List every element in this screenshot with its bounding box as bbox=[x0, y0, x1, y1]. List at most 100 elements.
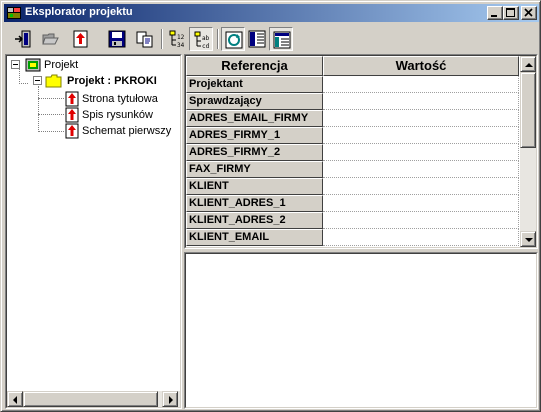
grid-vertical-scrollbar[interactable] bbox=[520, 56, 536, 247]
project-tree-panel: Projekt Projekt : PKROKI Strona tytułowa bbox=[5, 54, 182, 409]
save-icon bbox=[108, 30, 126, 48]
open-button[interactable] bbox=[39, 27, 63, 51]
maximize-button[interactable] bbox=[503, 6, 519, 20]
arrow-right-icon bbox=[169, 396, 173, 404]
value-cell[interactable] bbox=[323, 127, 519, 144]
copy-icon bbox=[136, 31, 153, 48]
table-row[interactable]: Projektant bbox=[186, 76, 519, 93]
toolbar-separator bbox=[217, 29, 219, 49]
reference-cell[interactable]: ADRES_FIRMY_1 bbox=[186, 127, 323, 144]
scroll-left-button[interactable] bbox=[7, 391, 23, 407]
tree-item-page[interactable]: Spis rysunków bbox=[65, 107, 153, 123]
reference-cell[interactable]: KLIENT bbox=[186, 178, 323, 195]
table-row[interactable]: ADRES_EMAIL_FIRMY bbox=[186, 110, 519, 127]
tree-item-label: Strona tytułowa bbox=[82, 93, 158, 105]
exit-button[interactable] bbox=[11, 27, 35, 51]
copy-button[interactable] bbox=[133, 27, 157, 51]
app-icon[interactable] bbox=[6, 5, 22, 21]
document-red-icon bbox=[65, 107, 79, 123]
tree-collapse-icon: 12 34 bbox=[169, 30, 185, 48]
project-tree[interactable]: Projekt Projekt : PKROKI Strona tytułowa bbox=[6, 55, 181, 408]
minimize-icon bbox=[491, 15, 497, 17]
tree-horizontal-scrollbar[interactable] bbox=[7, 391, 180, 407]
toolbar-separator bbox=[161, 29, 163, 49]
table-row[interactable]: KLIENT_EMAIL bbox=[186, 229, 519, 246]
toolbar: 12 34 ab cd bbox=[5, 26, 538, 54]
tree-item-label: Projekt : PKROKI bbox=[67, 75, 157, 87]
value-cell[interactable] bbox=[323, 161, 519, 178]
tree-item-page[interactable]: Strona tytułowa bbox=[65, 91, 158, 107]
value-cell[interactable] bbox=[323, 212, 519, 229]
detail-view-icon bbox=[273, 31, 291, 49]
table-row[interactable]: KLIENT bbox=[186, 178, 519, 195]
tree-connector bbox=[38, 114, 64, 115]
value-cell[interactable] bbox=[323, 229, 519, 246]
column-header-wartosc[interactable]: Wartość bbox=[323, 56, 519, 76]
table-row[interactable]: ADRES_FIRMY_1 bbox=[186, 127, 519, 144]
upload-document-icon bbox=[73, 30, 88, 48]
reference-cell[interactable]: ADRES_EMAIL_FIRMY bbox=[186, 110, 323, 127]
document-red-icon bbox=[65, 91, 79, 107]
reference-cell[interactable]: KLIENT_EMAIL bbox=[186, 229, 323, 246]
grid-header: Referencja Wartość bbox=[186, 56, 519, 76]
save-button[interactable] bbox=[105, 27, 129, 51]
table-row[interactable]: KLIENT_ADRES_2 bbox=[186, 212, 519, 229]
column-header-referencja[interactable]: Referencja bbox=[186, 56, 323, 76]
detail-view-button[interactable] bbox=[269, 27, 293, 51]
value-cell[interactable] bbox=[323, 178, 519, 195]
minimize-button[interactable] bbox=[487, 6, 503, 20]
maximize-icon bbox=[506, 8, 515, 17]
scroll-right-button[interactable] bbox=[162, 391, 178, 407]
svg-text:34: 34 bbox=[177, 42, 185, 48]
description-panel bbox=[184, 252, 538, 409]
description-area[interactable] bbox=[185, 253, 537, 408]
window-title: Eksplorator projektu bbox=[25, 6, 133, 18]
svg-text:cd: cd bbox=[202, 43, 210, 49]
tree-expand-icon: ab cd bbox=[194, 31, 210, 49]
tree-item-page[interactable]: Schemat pierwszy bbox=[65, 123, 171, 139]
value-cell[interactable] bbox=[323, 144, 519, 161]
collapse-root-toggle[interactable] bbox=[11, 60, 20, 69]
value-cell[interactable] bbox=[323, 110, 519, 127]
reference-cell[interactable]: Sprawdzający bbox=[186, 93, 323, 110]
reference-grid[interactable]: Referencja Wartość Projektant Sprawdzają… bbox=[185, 55, 537, 248]
upload-button[interactable] bbox=[69, 27, 93, 51]
tree-item-root[interactable]: Projekt bbox=[25, 57, 78, 73]
list-view-icon bbox=[248, 30, 266, 48]
scroll-thumb[interactable] bbox=[23, 391, 158, 407]
arrow-left-icon bbox=[13, 396, 17, 404]
svg-text:ab: ab bbox=[202, 35, 210, 42]
tree-item-project[interactable]: Projekt : PKROKI bbox=[45, 73, 159, 89]
expand-tree-button[interactable]: ab cd bbox=[189, 27, 213, 51]
scroll-thumb[interactable] bbox=[520, 72, 536, 148]
table-row[interactable]: KLIENT_ADRES_1 bbox=[186, 195, 519, 212]
scroll-up-button[interactable] bbox=[520, 56, 536, 72]
open-folder-icon bbox=[42, 33, 59, 45]
tree-connector bbox=[19, 83, 28, 84]
reference-cell[interactable]: ADRES_FIRMY_2 bbox=[186, 144, 323, 161]
reference-cell[interactable]: KLIENT_ADRES_1 bbox=[186, 195, 323, 212]
value-cell[interactable] bbox=[323, 76, 519, 93]
list-view-button[interactable] bbox=[245, 27, 269, 51]
document-red-icon bbox=[65, 123, 79, 139]
close-icon bbox=[524, 8, 533, 17]
value-cell[interactable] bbox=[323, 93, 519, 110]
tree-connector bbox=[38, 131, 64, 132]
close-button[interactable] bbox=[521, 6, 537, 20]
collapse-tree-button[interactable]: 12 34 bbox=[165, 27, 189, 51]
reference-cell[interactable]: KLIENT_ADRES_2 bbox=[186, 212, 323, 229]
table-row[interactable]: FAX_FIRMY bbox=[186, 161, 519, 178]
refresh-button[interactable] bbox=[221, 27, 245, 51]
tree-connector bbox=[19, 68, 20, 84]
title-bar[interactable]: Eksplorator projektu bbox=[4, 4, 539, 22]
reference-cell[interactable]: Projektant bbox=[186, 76, 323, 93]
table-row[interactable]: ADRES_FIRMY_2 bbox=[186, 144, 519, 161]
tree-item-label: Projekt bbox=[44, 59, 79, 71]
table-row[interactable]: Sprawdzający bbox=[186, 93, 519, 110]
tree-item-label: Spis rysunków bbox=[82, 109, 153, 121]
arrow-down-icon bbox=[525, 238, 533, 242]
reference-cell[interactable]: FAX_FIRMY bbox=[186, 161, 323, 178]
scroll-down-button[interactable] bbox=[520, 231, 536, 247]
value-cell[interactable] bbox=[323, 195, 519, 212]
collapse-project-toggle[interactable] bbox=[33, 76, 42, 85]
